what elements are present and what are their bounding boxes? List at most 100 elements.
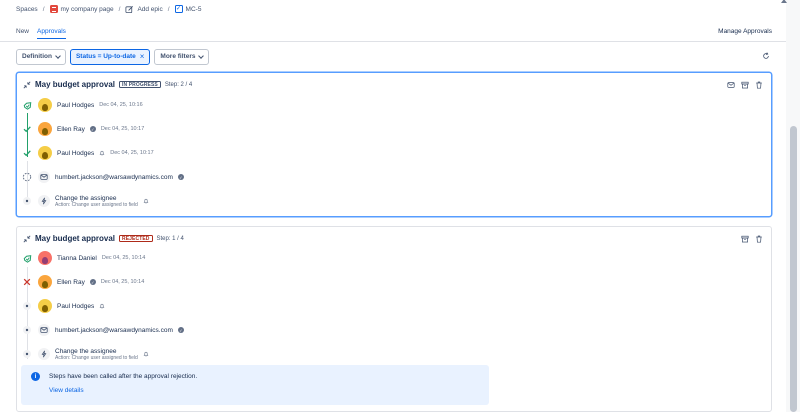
reject-icon [21,276,33,288]
dot-icon [21,300,33,312]
tab-bar: New Approvals Manage Approvals [16,28,772,41]
timestamp: Dec 04, 25, 10:16 [99,102,143,108]
approver-name: Ellen Ray [57,125,85,133]
approver-row[interactable]: Paul Hodges Dec 04, 25, 10:16 [21,96,143,114]
collapse-icon[interactable] [23,235,31,243]
approval-icon [21,252,33,264]
dot-icon [21,348,33,360]
card-actions [727,81,763,89]
action-row[interactable]: Change the assignee Action: Change user … [21,345,149,363]
archive-icon[interactable] [741,81,749,89]
email-icon[interactable] [727,81,735,89]
approver-name: Paul Hodges [57,101,95,109]
tab-approvals[interactable]: Approvals [37,28,66,39]
timestamp: Dec 04, 25, 10:17 [110,150,154,156]
breadcrumb-issue[interactable]: ✓ MC-5 [174,5,202,13]
verified-icon: ✓ [177,327,184,333]
bell-icon [99,303,105,309]
manage-approvals-link[interactable]: Manage Approvals [718,28,772,35]
approval-title: May budget approval [35,234,116,243]
scrollbar-thumb[interactable] [790,126,797,412]
card-actions [741,235,763,243]
dot-icon [21,324,33,336]
action-block: Change the assignee Action: Change user … [55,195,138,208]
approval-card[interactable]: May budget approval IN PROGRESS Step: 2 … [16,72,772,217]
breadcrumb-separator: / [167,5,170,13]
scrollbar[interactable] [786,0,800,412]
approver-email: humbert.jackson@warsawdynamics.com [55,326,173,334]
breadcrumb: Spaces / my company page / Add epic / ✓ … [16,4,201,14]
archive-icon[interactable] [741,235,749,243]
more-filters-label: More filters [160,53,196,60]
approver-row[interactable]: Paul Hodges [21,297,105,315]
tabs-divider [0,41,786,42]
check-icon [21,123,33,135]
action-block: Change the assignee Action: Change user … [55,348,138,361]
timestamp: Dec 04, 25, 10:14 [100,279,145,285]
scroll-up-arrow-icon[interactable] [781,0,787,3]
approver-row[interactable]: Paul Hodges Dec 04, 25, 10:17 [21,144,154,162]
bell-icon [143,351,149,357]
bell-icon [143,198,149,204]
approver-name: Ellen Ray [57,278,85,286]
bell-icon [99,150,105,156]
breadcrumb-add-epic-label: Add epic [137,5,163,13]
approver-email: humbert.jackson@warsawdynamics.com [55,173,173,181]
breadcrumb-separator: / [42,5,45,13]
action-title: Change the assignee [55,347,117,355]
clear-filter-icon[interactable]: × [140,52,145,61]
view-details-link[interactable]: View details [49,387,84,394]
approver-name: Paul Hodges [57,302,95,310]
lightning-icon [38,195,50,207]
approver-row[interactable]: humbert.jackson@warsawdynamics.com ✓ [21,168,184,186]
action-description: Action: Change user assigned to field [55,201,138,208]
approver-row[interactable]: Ellen Ray ✓ Dec 04, 25, 10:17 [21,120,144,138]
definition-filter[interactable]: Definition [16,48,66,65]
more-filters-button[interactable]: More filters [154,48,210,65]
approver-name: Paul Hodges [57,149,95,157]
approval-card[interactable]: May budget approval REJECTED Step: 1 / 4… [16,226,772,412]
breadcrumb-project[interactable]: my company page [49,5,114,13]
approver-name: Tianna Daniel [57,254,97,262]
refresh-icon[interactable] [762,52,770,60]
task-icon: ✓ [174,5,183,13]
breadcrumb-project-label: my company page [60,5,114,13]
dot-icon [21,195,33,207]
approval-card-header: May budget approval REJECTED Step: 1 / 4 [23,234,184,243]
action-title: Change the assignee [55,194,117,202]
avatar [38,122,52,136]
action-row[interactable]: Change the assignee Action: Change user … [21,192,149,210]
approval-title: May budget approval [35,80,116,89]
avatar [38,251,52,265]
delete-icon[interactable] [755,235,763,243]
check-icon [21,147,33,159]
verified-icon: ✓ [177,174,184,180]
filter-bar: Definition Status = Up-to-date × More fi… [16,48,772,65]
breadcrumb-add-epic[interactable]: Add epic [125,5,163,14]
tab-new[interactable]: New [16,28,29,39]
chevron-down-icon [55,52,61,59]
edit-icon [125,5,134,13]
breadcrumb-issue-label: MC-5 [185,5,202,13]
email-icon [38,171,50,183]
approver-row[interactable]: humbert.jackson@warsawdynamics.com ✓ [21,321,184,339]
approver-row[interactable]: Tianna Daniel Dec 04, 25, 10:14 [21,249,145,267]
delete-icon[interactable] [755,81,763,89]
avatar [38,146,52,160]
status-filter-label: Status = Up-to-date [75,53,136,60]
status-filter[interactable]: Status = Up-to-date × [69,48,151,65]
collapse-icon[interactable] [23,81,31,89]
email-icon [38,324,50,336]
avatar [38,275,52,289]
approver-row[interactable]: Ellen Ray ✓ Dec 04, 25, 10:14 [21,273,144,291]
status-badge: REJECTED [119,235,153,242]
avatar [38,299,52,313]
project-icon [49,5,58,13]
breadcrumb-separator: / [118,5,121,13]
chevron-down-icon [198,52,205,59]
avatar [38,98,52,112]
breadcrumb-spaces[interactable]: Spaces [16,6,38,13]
lightning-icon [38,348,50,360]
timestamp: Dec 04, 25, 10:17 [100,126,145,132]
step-counter: Step: 1 / 4 [156,235,184,242]
